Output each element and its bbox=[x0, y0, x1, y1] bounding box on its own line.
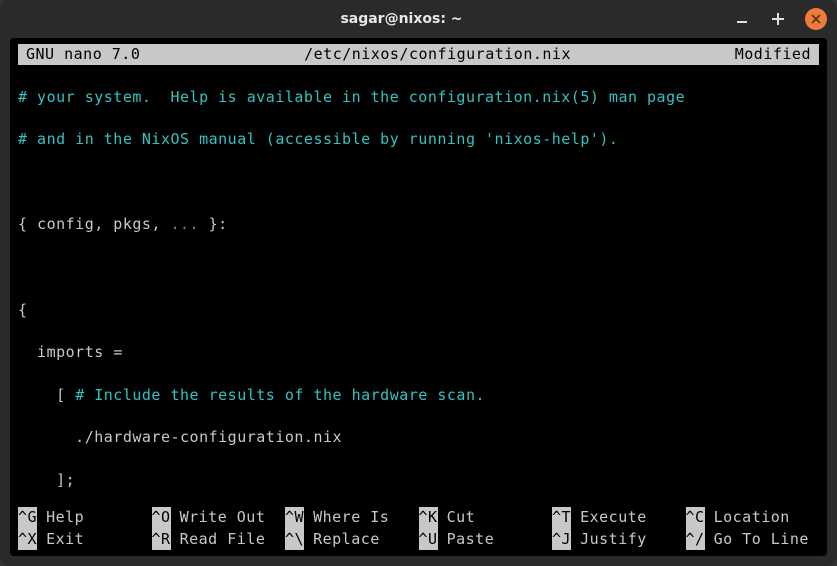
shortcut-paste[interactable]: ^UPaste bbox=[419, 529, 553, 550]
nano-version: GNU nano 7.0 bbox=[26, 44, 160, 65]
code-text: config, pkgs, bbox=[37, 215, 170, 233]
code-text: ... bbox=[171, 215, 200, 233]
minimize-icon bbox=[735, 12, 749, 26]
comment-text: # Include the results of the hardware sc… bbox=[75, 386, 485, 404]
close-button[interactable] bbox=[805, 8, 827, 30]
shortcut-writeout[interactable]: ^OWrite Out bbox=[152, 507, 286, 528]
nano-shortcuts: ^GHelp ^OWrite Out ^WWhere Is ^KCut ^TEx… bbox=[18, 507, 819, 550]
shortcut-gotoline[interactable]: ^/Go To Line bbox=[686, 529, 820, 550]
shortcut-readfile[interactable]: ^RRead File bbox=[152, 529, 286, 550]
nano-status: Modified bbox=[715, 44, 811, 65]
nano-filename: /etc/nixos/configuration.nix bbox=[160, 44, 714, 65]
titlebar: sagar@nixos: ~ bbox=[0, 0, 837, 38]
shortcut-justify[interactable]: ^JJustify bbox=[552, 529, 686, 550]
window-title: sagar@nixos: ~ bbox=[70, 11, 733, 27]
shortcut-execute[interactable]: ^TExecute bbox=[552, 507, 686, 528]
shortcut-whereis[interactable]: ^WWhere Is bbox=[285, 507, 419, 528]
code-text: imports bbox=[18, 343, 113, 361]
terminal-viewport[interactable]: GNU nano 7.0 /etc/nixos/configuration.ni… bbox=[10, 38, 827, 556]
maximize-button[interactable] bbox=[769, 10, 787, 28]
shortcut-exit[interactable]: ^XExit bbox=[18, 529, 152, 550]
minimize-button[interactable] bbox=[733, 10, 751, 28]
code-text: ]; bbox=[18, 471, 75, 489]
code-text: ./hardware-configuration.nix bbox=[18, 428, 342, 446]
editor-area[interactable]: # your system. Help is available in the … bbox=[10, 65, 827, 556]
shortcut-replace[interactable]: ^\Replace bbox=[285, 529, 419, 550]
maximize-icon bbox=[771, 12, 785, 26]
shortcut-cut[interactable]: ^KCut bbox=[419, 507, 553, 528]
shortcut-location[interactable]: ^CLocation bbox=[686, 507, 820, 528]
code-text: { bbox=[18, 215, 37, 233]
code-text: [ bbox=[18, 386, 75, 404]
code-text: } bbox=[199, 215, 218, 233]
comment-text: # and in the NixOS manual (accessible by… bbox=[18, 130, 618, 148]
shortcut-help[interactable]: ^GHelp bbox=[18, 507, 152, 528]
code-text: { bbox=[18, 301, 28, 319]
close-icon bbox=[811, 14, 821, 24]
terminal-window: sagar@nixos: ~ GNU nano 7.0 /etc/nixos/c… bbox=[0, 0, 837, 566]
code-text: : bbox=[218, 215, 228, 233]
nano-header: GNU nano 7.0 /etc/nixos/configuration.ni… bbox=[18, 44, 819, 65]
window-controls bbox=[733, 8, 827, 30]
comment-text: # your system. Help is available in the … bbox=[18, 88, 685, 106]
code-text: = bbox=[113, 343, 123, 361]
